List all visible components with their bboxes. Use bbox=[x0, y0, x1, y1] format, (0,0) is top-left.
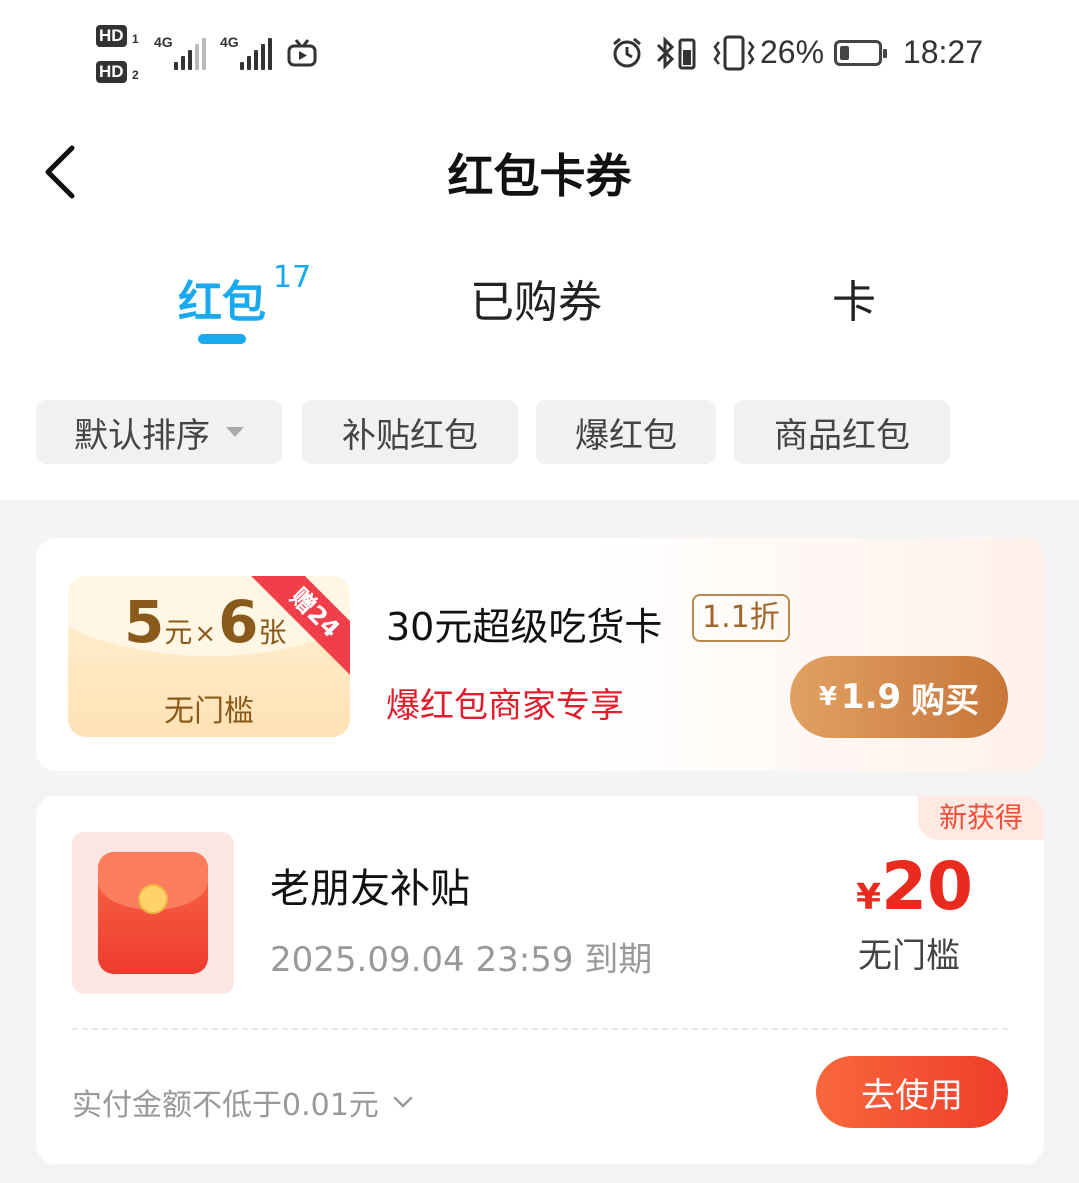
buy-currency: ¥ bbox=[818, 682, 837, 712]
sim1-number: 1 bbox=[132, 32, 139, 46]
coupon-thumbnail: 5元×6张 无门槛 赠24 bbox=[68, 576, 350, 737]
network-type-2: 4G bbox=[220, 34, 239, 50]
promo-card[interactable]: 5元×6张 无门槛 赠24 30元超级吃货卡 1.1折 爆红包商家专享 ¥ 1.… bbox=[36, 538, 1044, 771]
sort-label: 默认排序 bbox=[74, 415, 210, 456]
battery-percent: 26% bbox=[760, 34, 825, 70]
page-title: 红包卡券 bbox=[447, 149, 632, 203]
tab-purchased-coupons[interactable]: 已购券 bbox=[470, 266, 602, 330]
coupon-count-unit: 张 bbox=[258, 616, 287, 649]
filter-hot-redpacket[interactable]: 爆红包 bbox=[536, 400, 716, 464]
battery-icon bbox=[834, 40, 887, 66]
red-envelope-icon bbox=[98, 852, 208, 974]
coupon-count: 6 bbox=[218, 588, 259, 656]
buy-price: 1.9 bbox=[840, 677, 902, 717]
condition-toggle[interactable]: 实付金额不低于0.01元 bbox=[72, 1080, 415, 1124]
redpacket-amount: ¥20 bbox=[856, 848, 973, 925]
new-tag: 新获得 bbox=[918, 796, 1044, 840]
tv-icon bbox=[287, 39, 317, 67]
coupon-unit: 元 bbox=[164, 616, 193, 649]
active-tab-indicator bbox=[198, 334, 246, 344]
use-button[interactable]: 去使用 bbox=[816, 1056, 1008, 1128]
tab-redpacket-badge: 17 bbox=[273, 260, 312, 295]
coupon-threshold: 无门槛 bbox=[164, 694, 254, 729]
discount-badge: 1.1折 bbox=[692, 594, 790, 642]
signal-1-icon bbox=[174, 38, 206, 70]
network-type-1: 4G bbox=[154, 34, 173, 50]
buy-label: 购买 bbox=[911, 680, 980, 721]
filter-subsidy[interactable]: 补贴红包 bbox=[302, 400, 518, 464]
caret-down-icon bbox=[226, 427, 244, 437]
bluetooth-battery-icon bbox=[656, 36, 696, 70]
coupon-amount: 5元×6张 bbox=[124, 588, 287, 656]
redpacket-name: 老朋友补贴 bbox=[270, 866, 470, 912]
buy-button[interactable]: ¥ 1.9 购买 bbox=[790, 656, 1008, 738]
sim1-hd-label: HD bbox=[96, 25, 127, 47]
coupon-value: 5 bbox=[124, 588, 165, 656]
redpacket-value: 20 bbox=[881, 848, 973, 925]
clock: 18:27 bbox=[902, 34, 983, 70]
redpacket-threshold: 无门槛 bbox=[858, 936, 960, 976]
redpacket-expiry: 2025.09.04 23:59 到期 bbox=[270, 940, 653, 980]
sim2-number: 2 bbox=[132, 68, 139, 82]
redpacket-thumbnail bbox=[72, 832, 234, 994]
status-bar: HD 1 HD 2 4G 4G 26% 18:27 bbox=[0, 0, 1079, 100]
redpacket-card: 新获得 老朋友补贴 2025.09.04 23:59 到期 ¥20 无门槛 实付… bbox=[36, 796, 1044, 1164]
vibrate-icon bbox=[713, 35, 755, 71]
promo-subtitle: 爆红包商家专享 bbox=[386, 686, 624, 726]
redpacket-currency: ¥ bbox=[856, 877, 882, 918]
promo-title: 30元超级吃货卡 bbox=[386, 605, 663, 649]
tab-redpacket-label: 红包 bbox=[178, 277, 266, 328]
times-sign: × bbox=[194, 619, 217, 649]
signal-2-icon bbox=[240, 38, 272, 70]
filter-product-redpacket[interactable]: 商品红包 bbox=[734, 400, 950, 464]
sort-dropdown[interactable]: 默认排序 bbox=[36, 400, 282, 464]
tab-cards[interactable]: 卡 bbox=[832, 266, 876, 330]
tab-redpacket[interactable]: 红包 17 bbox=[178, 260, 311, 330]
condition-text: 实付金额不低于0.01元 bbox=[72, 1088, 379, 1123]
divider bbox=[72, 1028, 1008, 1030]
alarm-icon bbox=[613, 37, 641, 68]
sim2-hd-label: HD bbox=[96, 61, 127, 83]
chevron-down-icon bbox=[393, 1096, 413, 1108]
